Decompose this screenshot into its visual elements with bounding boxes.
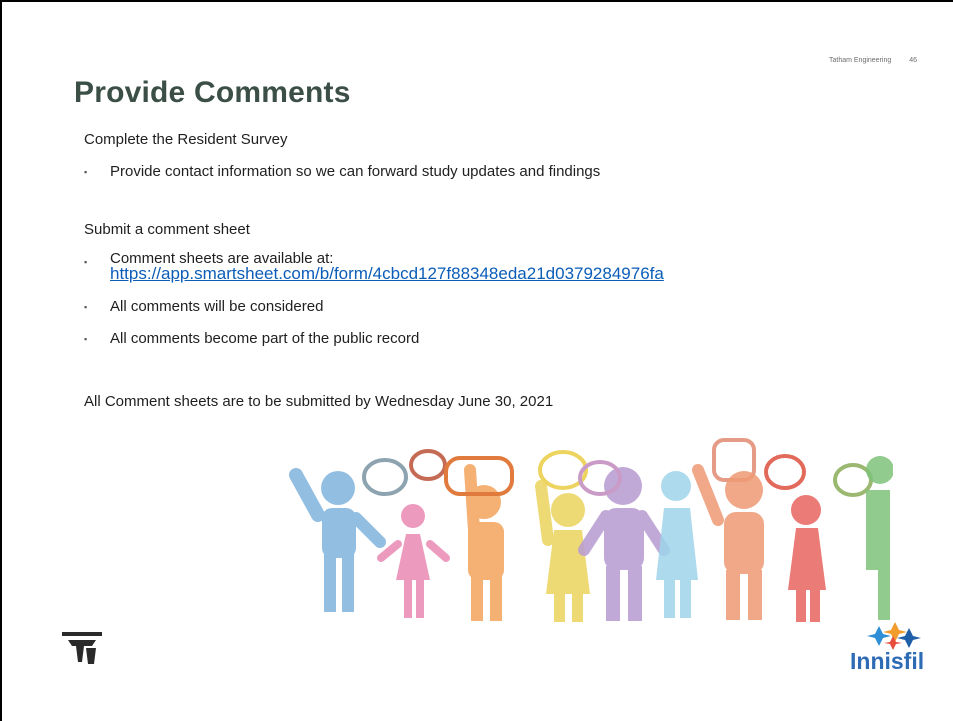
deadline-text: All Comment sheets are to be submitted b…: [84, 393, 554, 410]
person-lightblue: [656, 471, 698, 618]
comment-bullet-3-text: All comments become part of the public r…: [110, 330, 420, 347]
comment-sheet-link[interactable]: https://app.smartsheet.com/b/form/4cbcd1…: [110, 265, 664, 282]
people-speech-bubbles-illustration: [289, 438, 893, 622]
innisfil-star-logo-icon: [867, 622, 921, 650]
speech-bubble-8: [833, 463, 873, 497]
slide-title: Provide Comments: [74, 76, 351, 109]
square-bullet-icon: ▪: [84, 257, 88, 267]
company-name: Tatham Engineering: [828, 57, 892, 64]
comment-bullet-2-text: All comments will be considered: [110, 298, 324, 315]
person-pink: [377, 504, 450, 618]
comment-bullet-availability: ▪ Comment sheets are available at: https…: [84, 251, 664, 282]
square-bullet-icon: ▪: [84, 167, 88, 177]
availability-text-group: Comment sheets are available at: https:/…: [110, 251, 664, 282]
comment-bullet-public-record: ▪ All comments become part of the public…: [84, 329, 419, 349]
slide-header-meta: Tatham Engineering 46: [829, 57, 917, 64]
square-bullet-icon: ▪: [84, 334, 88, 344]
speech-bubble-7: [764, 454, 806, 490]
square-bullet-icon: ▪: [84, 302, 88, 312]
tatham-t-logo-icon: [62, 632, 102, 664]
survey-bullet: ▪ Provide contact information so we can …: [84, 162, 600, 182]
person-red: [788, 495, 826, 622]
comment-heading: Submit a comment sheet: [84, 221, 250, 238]
survey-bullet-text: Provide contact information so we can fo…: [110, 163, 601, 180]
speech-bubble-2: [409, 449, 447, 481]
survey-heading: Complete the Resident Survey: [84, 131, 288, 148]
speech-bubble-1: [362, 458, 408, 496]
slide-content: Complete the Resident Survey ▪ Provide c…: [74, 116, 904, 434]
person-purple: [578, 467, 670, 621]
innisfil-logo-text: Innisfil: [850, 648, 925, 674]
innisfil-logo: Innisfil: [845, 622, 945, 684]
person-blue: [289, 468, 386, 612]
comment-bullet-considered: ▪ All comments will be considered: [84, 297, 323, 317]
person-coral: [692, 464, 764, 620]
page-number: 46: [909, 57, 917, 64]
